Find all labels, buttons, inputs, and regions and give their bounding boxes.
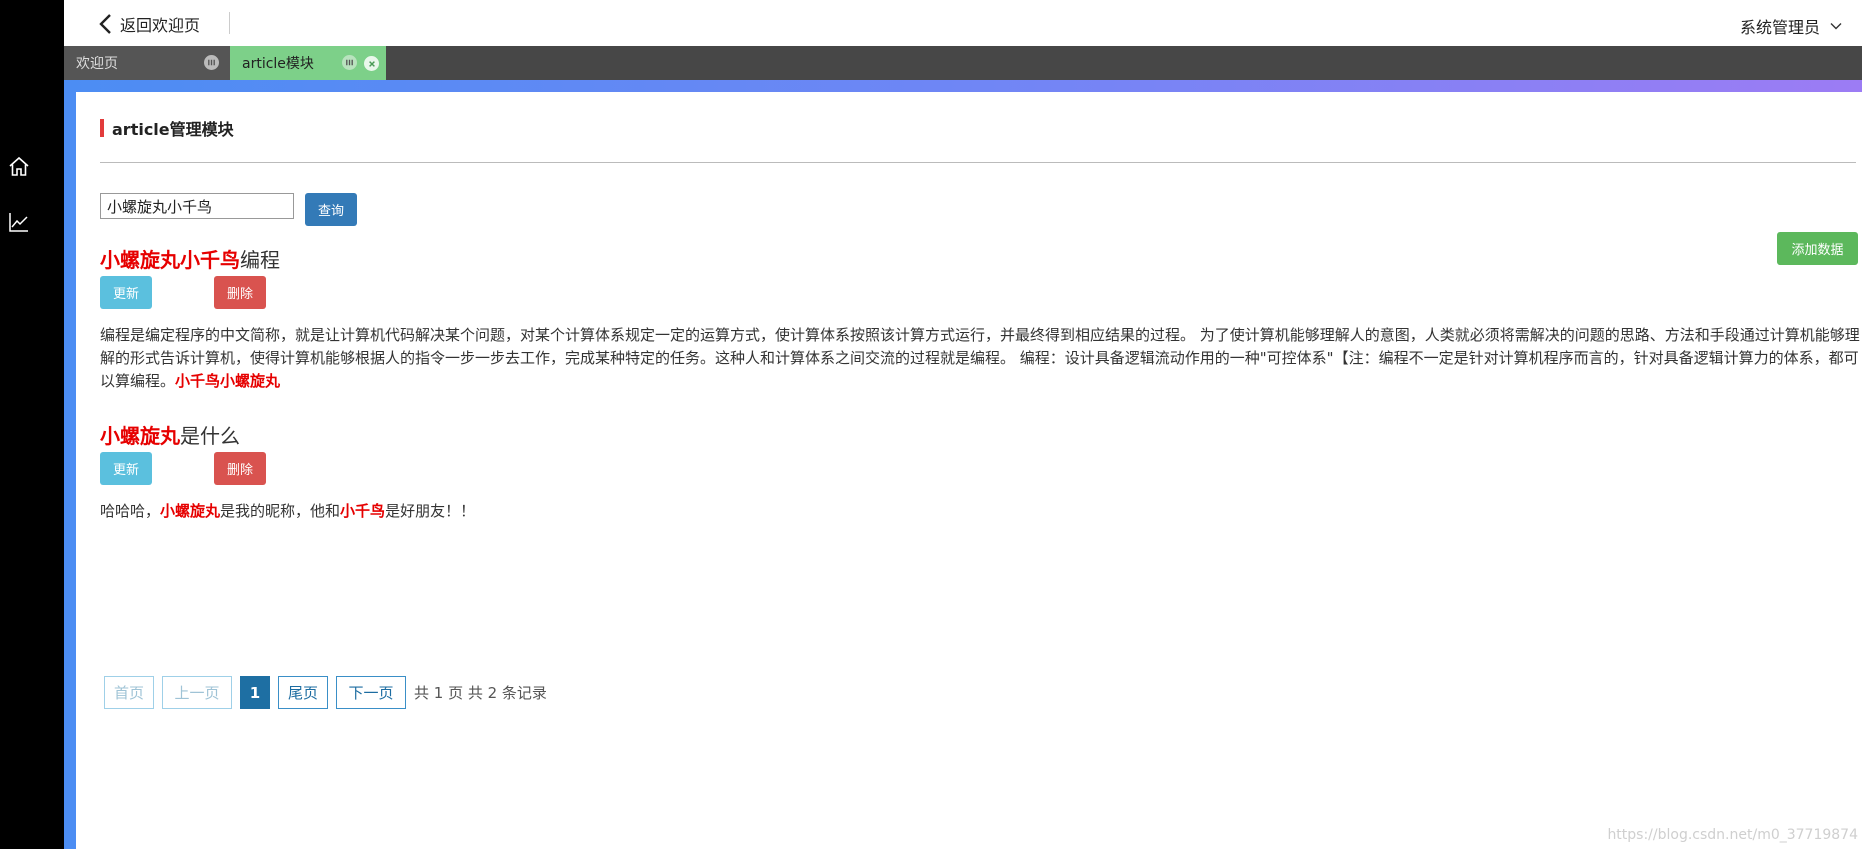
module-title: article管理模块 (100, 116, 234, 140)
delete-button[interactable]: 删除 (214, 276, 266, 309)
prev-page-button[interactable]: 上一页 (162, 676, 232, 709)
main-content: article管理模块 查询 添加数据 小螺旋丸小千鸟编程 更新 删除 编程是编… (76, 92, 1862, 849)
article-body: 哈哈哈，小螺旋丸是我的昵称，他和小千鸟是好朋友！！ (100, 500, 1860, 523)
refresh-tab-icon[interactable] (204, 55, 219, 70)
delete-button[interactable]: 删除 (214, 452, 266, 485)
body-highlight: 小螺旋丸 (160, 502, 221, 520)
tab-bar: 欢迎页 article模块 (64, 46, 1862, 80)
article-body-text: 编程是编定程序的中文简称，就是让计算机代码解决某个问题，对某个计算体系规定一定的… (100, 326, 1860, 390)
user-label: 系统管理员 (1739, 18, 1820, 37)
article-title: 小螺旋丸小千鸟编程 (100, 244, 280, 273)
add-data-button[interactable]: 添加数据 (1777, 232, 1858, 265)
tab-label: 欢迎页 (76, 56, 118, 72)
top-header: 返回欢迎页 系统管理员 (64, 0, 1862, 46)
chart-line-icon[interactable] (6, 209, 32, 235)
article-title: 小螺旋丸是什么 (100, 420, 240, 449)
article-body: 编程是编定程序的中文简称，就是让计算机代码解决某个问题，对某个计算体系规定一定的… (100, 324, 1860, 393)
close-tab-icon[interactable] (364, 56, 379, 71)
title-rest: 编程 (240, 248, 280, 272)
watermark: https://blog.csdn.net/m0_37719874 (1607, 827, 1858, 843)
title-accent-bar (100, 119, 104, 137)
chevron-left-icon (99, 14, 111, 34)
divider (100, 162, 1856, 163)
search-input[interactable] (100, 193, 294, 219)
update-button[interactable]: 更新 (100, 276, 152, 309)
query-button[interactable]: 查询 (305, 193, 357, 226)
body-highlight: 小千鸟 (340, 502, 386, 520)
next-page-button[interactable]: 下一页 (336, 676, 406, 709)
body-text: 是我的昵称，他和 (220, 502, 341, 520)
chevron-down-icon (1830, 23, 1842, 30)
header-divider (229, 12, 230, 34)
pagination-info: 共 1 页 共 2 条记录 (414, 684, 547, 702)
first-page-button[interactable]: 首页 (104, 676, 154, 709)
body-text: 哈哈哈， (100, 502, 161, 520)
module-title-text: article管理模块 (112, 120, 234, 139)
body-highlight: 小千鸟小螺旋丸 (175, 372, 281, 390)
tab-article[interactable]: article模块 (230, 46, 386, 80)
back-to-welcome-link[interactable]: 返回欢迎页 (98, 12, 200, 36)
title-rest: 是什么 (180, 424, 240, 448)
body-text: 是好朋友！！ (385, 502, 476, 520)
user-menu[interactable]: 系统管理员 (1740, 14, 1842, 38)
sidebar (0, 0, 64, 849)
home-icon[interactable] (6, 154, 32, 180)
title-highlight: 小螺旋丸 (100, 424, 180, 448)
tab-label: article模块 (242, 56, 314, 72)
update-button[interactable]: 更新 (100, 452, 152, 485)
title-highlight: 小螺旋丸小千鸟 (100, 248, 240, 272)
pagination: 首页 上一页 1 尾页 下一页 共 1 页 共 2 条记录 (104, 676, 547, 709)
last-page-button[interactable]: 尾页 (278, 676, 328, 709)
back-label: 返回欢迎页 (120, 16, 201, 35)
tab-welcome[interactable]: 欢迎页 (64, 46, 230, 80)
page-number-button[interactable]: 1 (240, 676, 270, 709)
refresh-tab-icon[interactable] (342, 55, 357, 70)
